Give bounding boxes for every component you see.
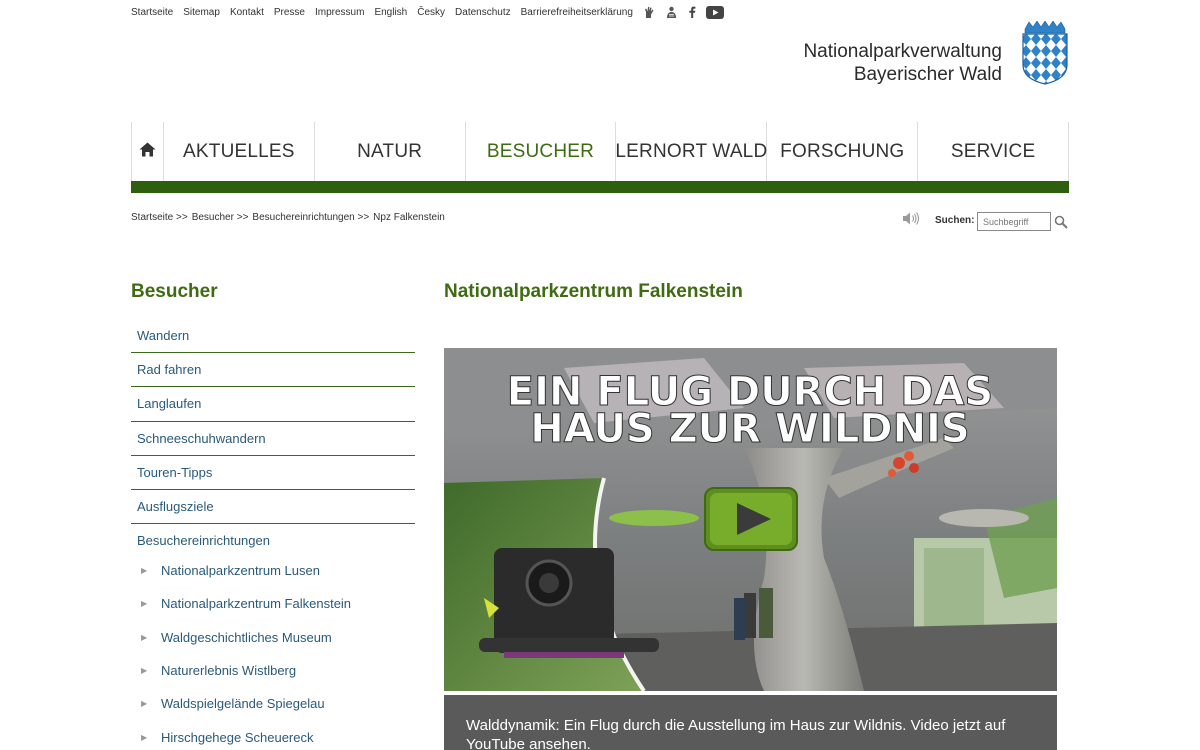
org-line-1: Nationalparkverwaltung — [803, 41, 1002, 62]
sidebar-subitem-label: Nationalparkzentrum Falkenstein — [161, 596, 352, 612]
nav-besucher[interactable]: BESUCHER — [466, 122, 617, 182]
sidebar-subitem[interactable]: ▶ Naturerlebnis Wistlberg — [131, 654, 415, 687]
sidebar-subitem[interactable]: ▶ Hirschgehege Scheuereck — [131, 720, 415, 750]
org-line-2: Bayerischer Wald — [853, 64, 1002, 85]
home-icon — [139, 142, 156, 162]
main-navigation: AKTUELLES NATUR BESUCHER LERNORT WALD FO… — [131, 122, 1070, 182]
sign-language-icon[interactable] — [643, 5, 655, 19]
search-input[interactable] — [977, 212, 1051, 231]
sidebar-subitem-label: Waldspielgelände Spiegelau — [161, 696, 325, 712]
video-thumbnail[interactable]: EIN FLUG DURCH DAS HAUS ZUR WILDNIS — [444, 348, 1057, 691]
triangle-right-icon: ▶ — [141, 732, 148, 742]
sidebar-subitem-label: Hirschgehege Scheuereck — [161, 729, 314, 745]
sidebar-group-besuchereinrichtungen: Besuchereinrichtungen ▶ Nationalparkzentr… — [131, 530, 415, 750]
home-button[interactable] — [132, 122, 164, 182]
sidebar-subitem-label: Naturerlebnis Wistlberg — [161, 663, 297, 679]
nav-link-presse[interactable]: Presse — [274, 7, 305, 18]
bavarian-crest-logo[interactable] — [1021, 20, 1069, 85]
nav-aktuelles[interactable]: AKTUELLES — [164, 122, 315, 182]
video-headline-line-2: HAUS ZUR WILDNIS — [530, 406, 970, 452]
breadcrumb: Startseite >> Besucher >> Besuchereinric… — [131, 212, 449, 223]
speaker-icon[interactable] — [902, 211, 921, 231]
sidebar-title: Besucher — [131, 281, 218, 302]
sidebar-subitem-label: Nationalparkzentrum Lusen — [161, 563, 320, 579]
breadcrumb-startseite[interactable]: Startseite >> — [131, 212, 188, 223]
utility-nav: Startseite Sitemap Kontakt Presse Impres… — [131, 4, 734, 20]
nav-link-barrierefreiheit[interactable]: Barrierefreiheitserklärung — [521, 7, 633, 18]
nav-accent-bar — [131, 181, 1069, 193]
sidebar-item-rad-fahren[interactable]: Rad fahren — [131, 353, 415, 388]
nav-lernort-wald[interactable]: LERNORT WALD — [615, 122, 768, 182]
triangle-right-icon: ▶ — [141, 632, 148, 642]
play-icon[interactable] — [704, 487, 798, 551]
video-caption[interactable]: Walddynamik: Ein Flug durch die Ausstell… — [444, 695, 1057, 750]
nav-link-cesky[interactable]: Česky — [417, 7, 445, 18]
triangle-right-icon: ▶ — [141, 566, 148, 576]
sidebar-item-besuchereinrichtungen[interactable]: Besuchereinrichtungen — [131, 530, 415, 550]
sidebar-subitem[interactable]: ▶ Waldspielgelände Spiegelau — [131, 687, 415, 720]
sidebar-subitem[interactable]: ▶ Nationalparkzentrum Falkenstein — [131, 587, 415, 620]
sidebar-item-langlaufen[interactable]: Langlaufen — [131, 387, 415, 422]
sidebar-subitem[interactable]: ▶ Nationalparkzentrum Lusen — [131, 554, 415, 587]
page-title: Nationalparkzentrum Falkenstein — [444, 281, 743, 302]
sidebar-submenu: ▶ Nationalparkzentrum Lusen ▶ Nationalpark… — [131, 554, 415, 750]
sidebar-menu: Wandern Rad fahren Langlaufen Schneeschu… — [131, 319, 415, 525]
nav-link-impressum[interactable]: Impressum — [315, 7, 364, 18]
nav-link-sitemap[interactable]: Sitemap — [183, 7, 220, 18]
triangle-right-icon: ▶ — [141, 666, 148, 676]
nav-link-english[interactable]: English — [374, 7, 407, 18]
search-icon[interactable] — [1054, 215, 1068, 234]
video-still-image: EIN FLUG DURCH DAS HAUS ZUR WILDNIS — [444, 348, 1057, 691]
sidebar-item-ausflugsziele[interactable]: Ausflugsziele — [131, 490, 415, 525]
nav-link-kontakt[interactable]: Kontakt — [230, 7, 264, 18]
triangle-right-icon: ▶ — [141, 599, 148, 609]
easy-language-icon[interactable] — [665, 5, 678, 19]
breadcrumb-besuchereinrichtungen[interactable]: Besuchereinrichtungen >> — [252, 212, 369, 223]
youtube-icon[interactable] — [705, 5, 724, 19]
nav-link-startseite[interactable]: Startseite — [131, 7, 173, 18]
facebook-icon[interactable] — [688, 5, 696, 19]
sidebar-subitem-label: Waldgeschichtliches Museum — [161, 629, 332, 645]
nav-natur[interactable]: NATUR — [315, 122, 466, 182]
breadcrumb-besucher[interactable]: Besucher >> — [192, 212, 249, 223]
nav-link-datenschutz[interactable]: Datenschutz — [455, 7, 511, 18]
search-label: Suchen: — [935, 215, 975, 226]
nav-forschung[interactable]: FORSCHUNG — [767, 122, 919, 182]
organization-name: Nationalparkverwaltung Bayerischer Wald — [803, 40, 1002, 86]
sidebar-subitem[interactable]: ▶ Waldgeschichtliches Museum — [131, 621, 415, 654]
sidebar-item-wandern[interactable]: Wandern — [131, 319, 415, 354]
nav-service[interactable]: SERVICE — [918, 122, 1070, 182]
sidebar-item-schneeschuhwandern[interactable]: Schneeschuhwandern — [131, 422, 415, 456]
breadcrumb-current: Npz Falkenstein — [373, 212, 445, 223]
triangle-right-icon: ▶ — [141, 699, 148, 709]
sidebar-item-touren-tipps[interactable]: Touren-Tipps — [131, 456, 415, 490]
